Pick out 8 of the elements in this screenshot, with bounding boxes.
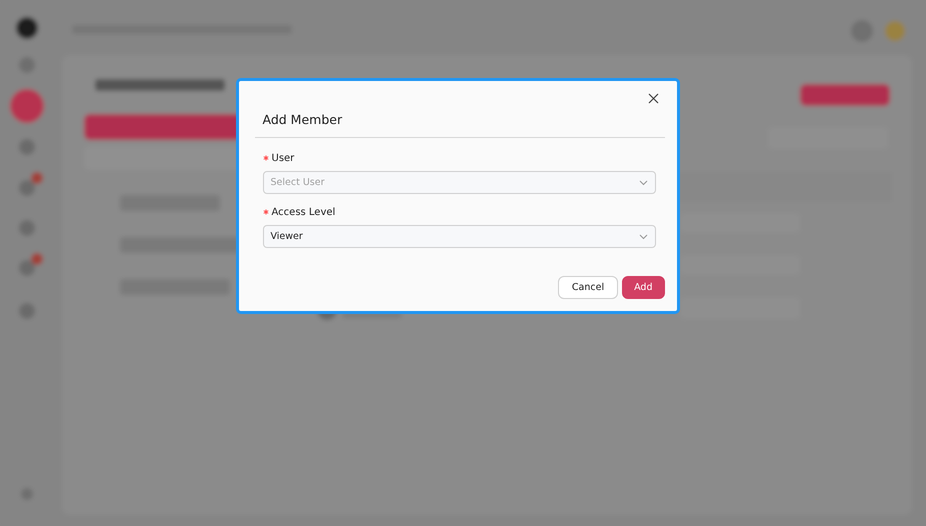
select-field[interactable]: Viewer [262,225,656,248]
chevron-down-icon [638,180,648,186]
chevron-down-icon [638,234,648,240]
cancel-button[interactable]: Cancel [558,276,618,299]
add-button[interactable]: Add [622,276,664,299]
field-label: Access Level [272,206,336,218]
dialog-title: Add Member [262,112,342,127]
field-label: User [272,152,294,164]
